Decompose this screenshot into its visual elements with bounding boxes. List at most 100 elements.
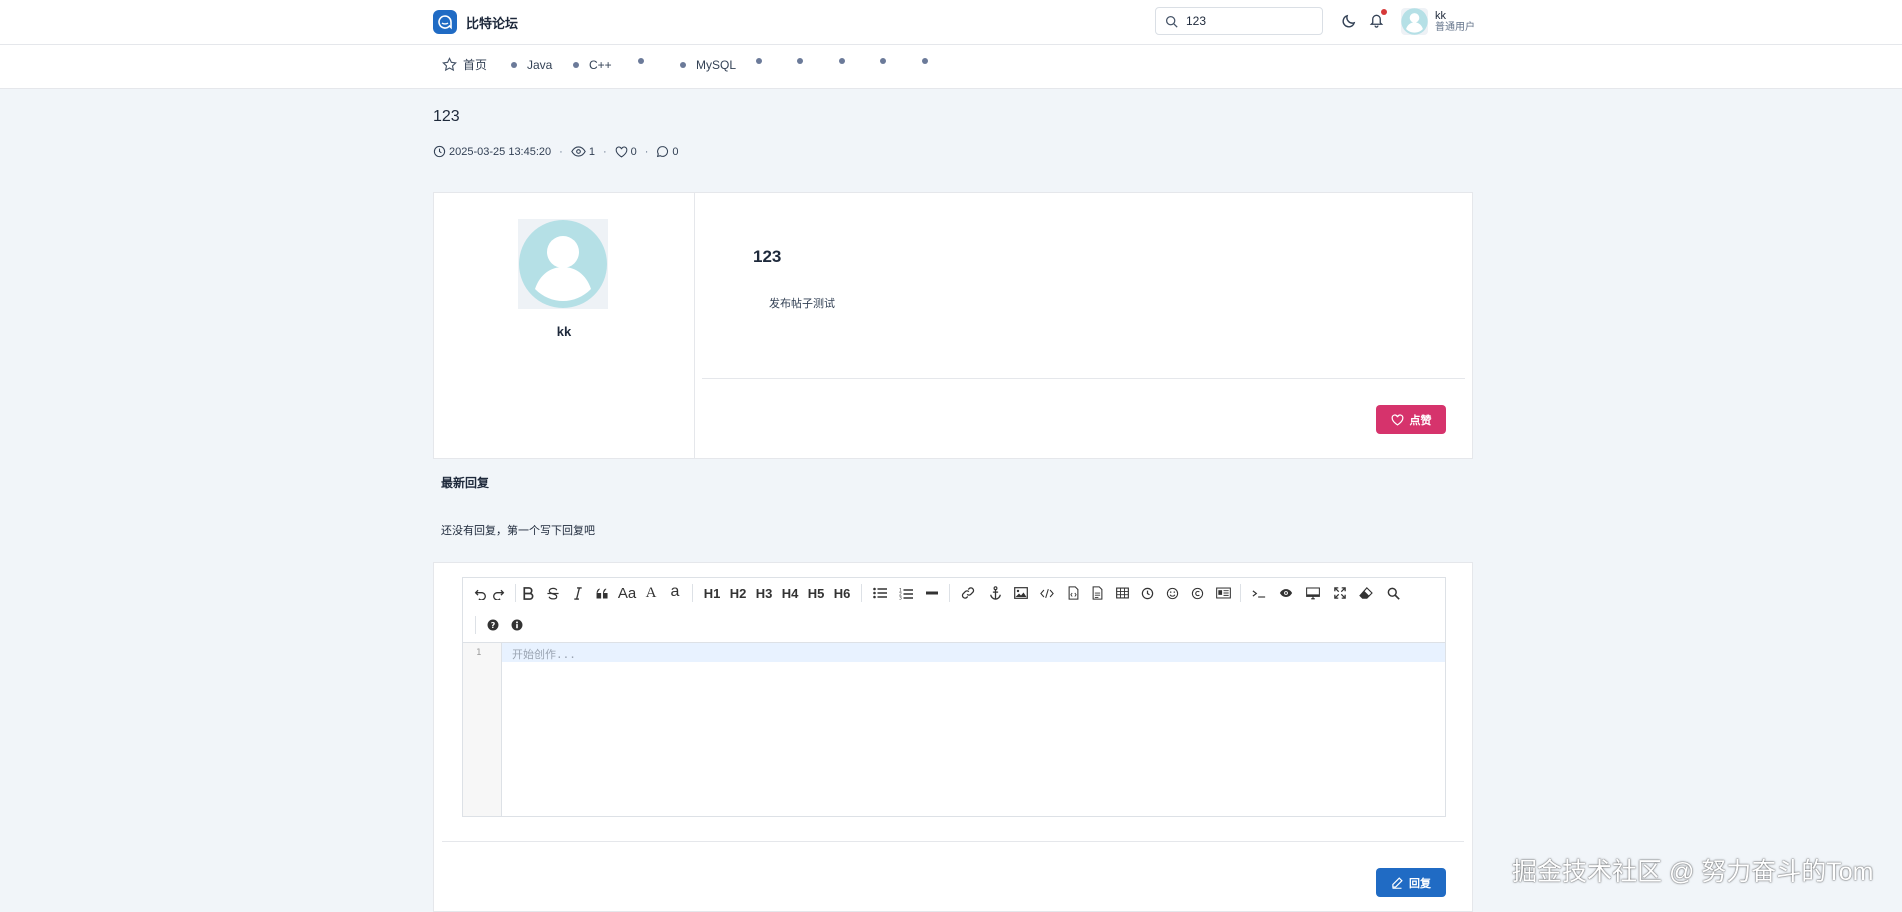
horizontal-rule-icon[interactable] (921, 582, 943, 604)
toolbar-separator (1240, 584, 1241, 602)
bold-icon[interactable] (517, 582, 539, 604)
heading4-icon[interactable]: H4 (779, 582, 801, 604)
nav-item-7[interactable] (839, 58, 855, 64)
user-avatar (1401, 8, 1428, 35)
toolbar-separator (861, 584, 862, 602)
nav-dot (922, 58, 928, 64)
nav-home-label: 首页 (463, 58, 488, 72)
redo-icon[interactable] (487, 582, 509, 604)
font-size-icon[interactable]: Aa (616, 582, 638, 604)
table-icon[interactable] (1111, 582, 1133, 604)
ordered-list-icon[interactable]: 123 (895, 582, 917, 604)
user-name: kk (1435, 9, 1446, 22)
brand[interactable]: 比特论坛 (433, 10, 518, 34)
content-body: 发布帖子测试 (769, 298, 835, 310)
dark-mode-icon[interactable] (1342, 13, 1357, 28)
italic-icon[interactable] (567, 582, 589, 604)
preformatted-text-icon[interactable] (1086, 582, 1108, 604)
clear-icon[interactable] (1355, 582, 1377, 604)
post-meta: 2025-03-25 13:45:20 · 1 · 0 · 0 (433, 145, 679, 158)
heading5-icon[interactable]: H5 (805, 582, 827, 604)
active-line-highlight (502, 643, 1445, 662)
star-icon (442, 57, 457, 72)
editor-toolbar: Aa A a H1 H2 H3 H4 H5 H6 123 ? (463, 578, 1445, 643)
lowercase-icon[interactable]: a (664, 581, 686, 603)
user-info: kk 普通用户 (1435, 10, 1475, 34)
line-number-gutter: 1 (463, 643, 502, 816)
post-card: kk 123 发布帖子测试 点赞 (433, 192, 1473, 459)
author-name[interactable]: kk (434, 324, 694, 339)
heading6-icon[interactable]: H6 (831, 582, 853, 604)
nav-dot (756, 58, 762, 64)
link-icon[interactable] (957, 582, 979, 604)
code-icon[interactable] (1036, 582, 1058, 604)
meta-separator: · (602, 145, 607, 158)
category-nav: 首页 Java C++ MySQL (0, 45, 1902, 89)
unordered-list-icon[interactable] (869, 582, 891, 604)
nav-item-5[interactable] (756, 58, 772, 64)
help-icon[interactable]: ? (482, 614, 504, 636)
heart-icon (1391, 413, 1403, 426)
nav-item-label: MySQL (696, 58, 737, 72)
uppercase-icon[interactable]: A (640, 582, 662, 604)
content-divider (702, 378, 1465, 379)
nav-dot (797, 58, 803, 64)
nav-item-home[interactable]: 首页 (442, 56, 487, 73)
search-input[interactable] (1184, 13, 1318, 29)
toolbar-separator (515, 584, 516, 602)
toolbar-separator (692, 584, 693, 602)
search-box[interactable] (1155, 7, 1323, 35)
fullscreen-icon[interactable] (1329, 582, 1351, 604)
nav-dot (638, 58, 644, 64)
emoji-icon[interactable] (1161, 582, 1183, 604)
search-icon (1165, 15, 1178, 28)
image-icon[interactable] (1010, 582, 1032, 604)
meta-separator: · (559, 145, 563, 158)
nav-dot (511, 62, 517, 68)
clock-icon (433, 145, 446, 158)
markdown-editor: Aa A a H1 H2 H3 H4 H5 H6 123 ? 1 开始创作... (462, 577, 1446, 817)
datetime-icon[interactable] (1136, 582, 1158, 604)
nav-item-9[interactable] (922, 58, 938, 64)
post-likes: 0 (630, 145, 637, 158)
like-button[interactable]: 点赞 (1376, 405, 1446, 434)
heading3-icon[interactable]: H3 (753, 582, 775, 604)
comment-icon (657, 146, 669, 158)
preview-icon[interactable] (1302, 582, 1324, 604)
goto-line-icon[interactable] (1248, 582, 1270, 604)
post-views: 1 (588, 145, 595, 158)
toolbar-separator (949, 584, 950, 602)
quote-icon[interactable] (591, 582, 613, 604)
svg-text:?: ? (491, 621, 496, 630)
author-avatar-icon (519, 220, 607, 308)
eye-icon (571, 146, 586, 157)
reply-divider (442, 841, 1464, 842)
nav-item-java[interactable]: Java (511, 58, 552, 72)
info-icon[interactable] (506, 614, 528, 636)
heart-icon (615, 145, 627, 157)
search-replace-icon[interactable] (1382, 582, 1404, 604)
heading2-icon[interactable]: H2 (727, 582, 749, 604)
post-created-at: 2025-03-25 13:45:20 (449, 145, 552, 158)
post-title: 123 (433, 108, 460, 125)
heading1-icon[interactable]: H1 (701, 582, 723, 604)
strikethrough-icon[interactable] (542, 582, 564, 604)
like-button-label: 点赞 (1409, 414, 1432, 427)
watch-preview-icon[interactable] (1275, 582, 1297, 604)
nav-item-cpp[interactable]: C++ (573, 58, 612, 72)
post-comments: 0 (672, 145, 679, 158)
nav-item-mysql[interactable]: MySQL (680, 58, 736, 72)
pagebreak-icon[interactable] (1212, 582, 1234, 604)
nav-item-3[interactable] (638, 58, 654, 64)
nav-item-8[interactable] (880, 58, 896, 64)
editor-input[interactable]: 开始创作... (512, 646, 576, 662)
reply-button[interactable]: 回复 (1376, 868, 1446, 897)
anchor-icon[interactable] (984, 582, 1006, 604)
reply-card: Aa A a H1 H2 H3 H4 H5 H6 123 ? 1 开始创作...… (433, 562, 1473, 912)
user-menu[interactable]: kk 普通用户 (1401, 8, 1475, 35)
author-avatar[interactable] (518, 219, 608, 309)
html-entities-icon[interactable] (1186, 582, 1208, 604)
nav-item-6[interactable] (797, 58, 813, 64)
code-block-icon[interactable] (1062, 582, 1084, 604)
brand-logo-icon (433, 10, 457, 34)
